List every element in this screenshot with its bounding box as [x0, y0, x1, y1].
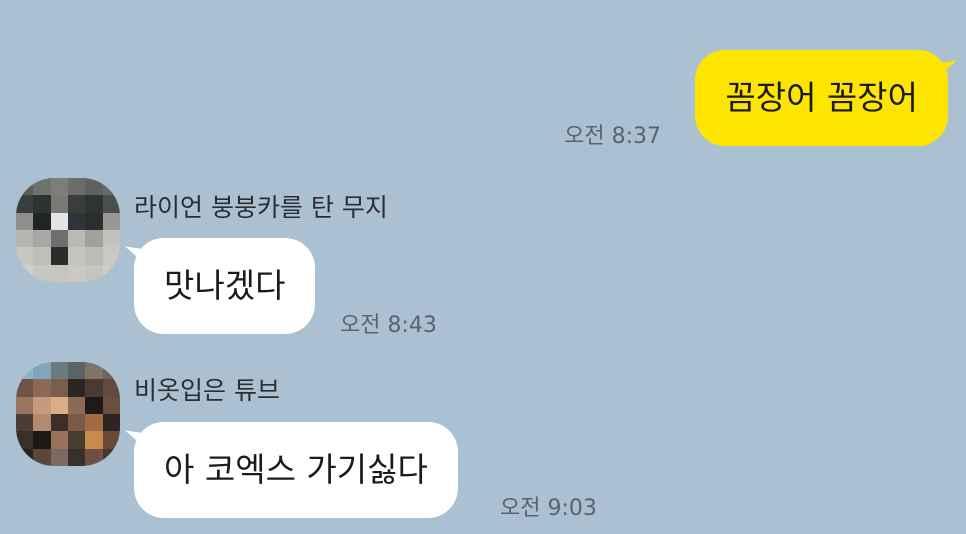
sender-avatar[interactable]	[16, 178, 120, 282]
message-bubble-theirs[interactable]: 아 코엑스 가기싫다	[134, 422, 458, 518]
sender-name: 라이언 붕붕카를 탄 무지	[134, 193, 388, 222]
message-timestamp: 오전 8:37	[564, 124, 661, 149]
message-timestamp: 오전 8:43	[340, 313, 437, 338]
message-timestamp: 오전 9:03	[500, 496, 597, 521]
message-bubble-mine[interactable]: 꼼장어 꼼장어	[695, 50, 948, 146]
sender-name: 비옷입은 튜브	[134, 376, 280, 405]
sender-avatar[interactable]	[16, 362, 120, 466]
message-bubble-theirs[interactable]: 맛나겠다	[134, 238, 316, 334]
chat-log: 꼼장어 꼼장어 오전 8:37 라이언 붕붕카를 탄 무지 맛나겠다 오전 8:…	[0, 0, 966, 534]
